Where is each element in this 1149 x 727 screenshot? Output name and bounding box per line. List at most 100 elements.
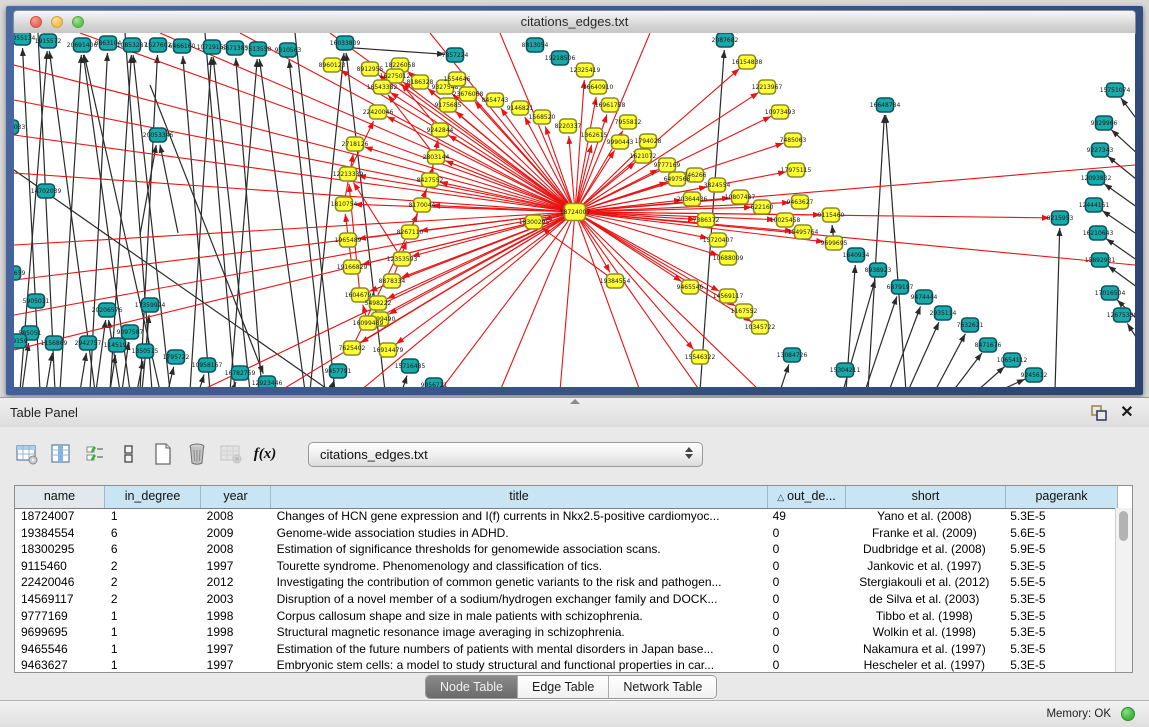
table-cell[interactable]: 1998	[201, 624, 271, 641]
table-cell[interactable]: 0	[767, 541, 845, 558]
table-cell[interactable]: 5.9E-5	[1004, 541, 1116, 558]
tab-network-table[interactable]: Network Table	[609, 676, 716, 698]
table-cell[interactable]: 2012	[201, 574, 271, 591]
table-cell[interactable]: 2	[105, 574, 201, 591]
citation-edge[interactable]	[560, 212, 575, 387]
column-header-title[interactable]: title	[271, 486, 768, 508]
table-cell[interactable]: 2	[105, 591, 201, 608]
edge[interactable]	[402, 376, 407, 387]
table-cell[interactable]: Disruption of a novel member of a sodium…	[271, 591, 767, 608]
table-row[interactable]: 946554611997Estimation of the future num…	[15, 641, 1116, 658]
table-cell[interactable]: 5.3E-5	[1004, 591, 1116, 608]
table-cell[interactable]: 9115460	[15, 558, 105, 575]
table-row[interactable]: 1872400712008Changes of HCN gene express…	[15, 508, 1116, 525]
citation-edge[interactable]	[365, 147, 575, 212]
scrollbar-thumb[interactable]	[1119, 511, 1128, 541]
table-cell[interactable]: 19384554	[15, 525, 105, 542]
edge[interactable]	[868, 115, 884, 387]
edge[interactable]	[259, 59, 305, 387]
select-columns-button[interactable]	[82, 441, 108, 467]
table-cell[interactable]: 2008	[201, 508, 271, 525]
table-cell[interactable]: 22420046	[15, 574, 105, 591]
citation-edge[interactable]	[14, 135, 575, 212]
table-cell[interactable]: 1	[105, 608, 201, 625]
table-cell[interactable]: Tibbo et al. (1998)	[844, 608, 1004, 625]
network-window-titlebar[interactable]: citations_edges.txt	[13, 10, 1136, 34]
table-cell[interactable]: 1997	[201, 558, 271, 575]
column-header-out_de[interactable]: △out_de...	[768, 486, 846, 508]
table-cell[interactable]: 5.3E-5	[1004, 657, 1116, 672]
table-row[interactable]: 969969511998Structural magnetic resonanc…	[15, 624, 1116, 641]
table-cell[interactable]: 6	[105, 525, 201, 542]
edge[interactable]	[46, 353, 52, 387]
table-cell[interactable]: Yano et al. (2008)	[844, 508, 1004, 525]
new-table-button[interactable]	[150, 441, 176, 467]
table-cell[interactable]: Investigating the contribution of common…	[271, 574, 767, 591]
close-panel-icon[interactable]: ✕	[1117, 403, 1137, 423]
table-cell[interactable]: 2	[105, 558, 201, 575]
edge[interactable]	[160, 145, 178, 233]
edge[interactable]	[935, 334, 965, 387]
edge[interactable]	[999, 379, 1025, 387]
edge[interactable]	[183, 56, 210, 387]
table-cell[interactable]: 0	[767, 624, 845, 641]
edge[interactable]	[1111, 130, 1135, 157]
table-cell[interactable]: 5.3E-5	[1004, 508, 1116, 525]
table-cell[interactable]: 5.5E-5	[1004, 574, 1116, 591]
table-cell[interactable]: Wolkin et al. (1998)	[844, 624, 1004, 641]
citation-edge[interactable]	[500, 212, 575, 387]
table-cell[interactable]: 5.6E-5	[1004, 525, 1116, 542]
table-cell[interactable]: Nakamura et al. (1997)	[844, 641, 1004, 658]
float-panel-icon[interactable]	[1089, 403, 1109, 423]
table-cell[interactable]: 5.3E-5	[1004, 641, 1116, 658]
edge[interactable]	[190, 57, 211, 387]
table-cell[interactable]: 18300295	[15, 541, 105, 558]
row-height-button[interactable]	[116, 441, 142, 467]
edge[interactable]	[977, 367, 1005, 387]
function-builder-button[interactable]: f(x)	[252, 441, 278, 467]
table-cell[interactable]: 2009	[201, 525, 271, 542]
table-cell[interactable]: 6	[105, 541, 201, 558]
table-cell[interactable]: 1	[105, 657, 201, 672]
column-header-pagerank[interactable]: pagerank	[1006, 486, 1118, 508]
table-cell[interactable]: 0	[767, 657, 845, 672]
table-cell[interactable]: 49	[767, 508, 845, 525]
edge[interactable]	[80, 353, 86, 387]
edge[interactable]	[289, 60, 325, 387]
table-cell[interactable]: Dudbridge et al. (2008)	[844, 541, 1004, 558]
table-cell[interactable]: 14569117	[15, 591, 105, 608]
edge[interactable]	[780, 364, 789, 387]
table-cell[interactable]: 18724007	[15, 508, 105, 525]
citation-edge[interactable]	[388, 95, 436, 157]
show-column-button[interactable]	[48, 441, 74, 467]
table-cell[interactable]: 0	[767, 525, 845, 542]
table-cell[interactable]: Corpus callosum shape and size in male p…	[271, 608, 767, 625]
edge[interactable]	[953, 353, 982, 387]
table-cell[interactable]: 1	[105, 641, 201, 658]
table-cell[interactable]: Jankovic et al. (1997)	[844, 558, 1004, 575]
citation-edge[interactable]	[575, 212, 693, 349]
edge[interactable]	[865, 296, 897, 387]
table-cell[interactable]: 1997	[201, 657, 271, 672]
citation-edge[interactable]	[353, 182, 402, 259]
table-cell[interactable]: Embryonic stem cells: a model to study s…	[271, 657, 767, 672]
citation-edge[interactable]	[575, 165, 1135, 212]
table-cell[interactable]: Structural magnetic resonance image aver…	[271, 624, 767, 641]
column-header-year[interactable]: year	[201, 486, 271, 508]
table-row[interactable]: 2242004622012Investigating the contribut…	[15, 574, 1116, 591]
edge[interactable]	[1055, 228, 1060, 387]
tab-node-table[interactable]: Node Table	[426, 676, 518, 698]
citation-edge[interactable]	[575, 212, 752, 322]
table-cell[interactable]: 9699695	[15, 624, 105, 641]
edge[interactable]	[340, 47, 445, 54]
table-cell[interactable]: 5.3E-5	[1004, 608, 1116, 625]
citation-edge[interactable]	[575, 212, 700, 387]
table-cell[interactable]: Stergiakouli et al. (2012)	[844, 574, 1004, 591]
table-settings-button[interactable]	[14, 441, 40, 467]
edge[interactable]	[1108, 156, 1135, 183]
edge[interactable]	[199, 375, 204, 387]
delete-column-button[interactable]	[184, 441, 210, 467]
table-cell[interactable]: 1	[105, 508, 201, 525]
edge[interactable]	[908, 322, 939, 387]
edge[interactable]	[295, 33, 335, 387]
